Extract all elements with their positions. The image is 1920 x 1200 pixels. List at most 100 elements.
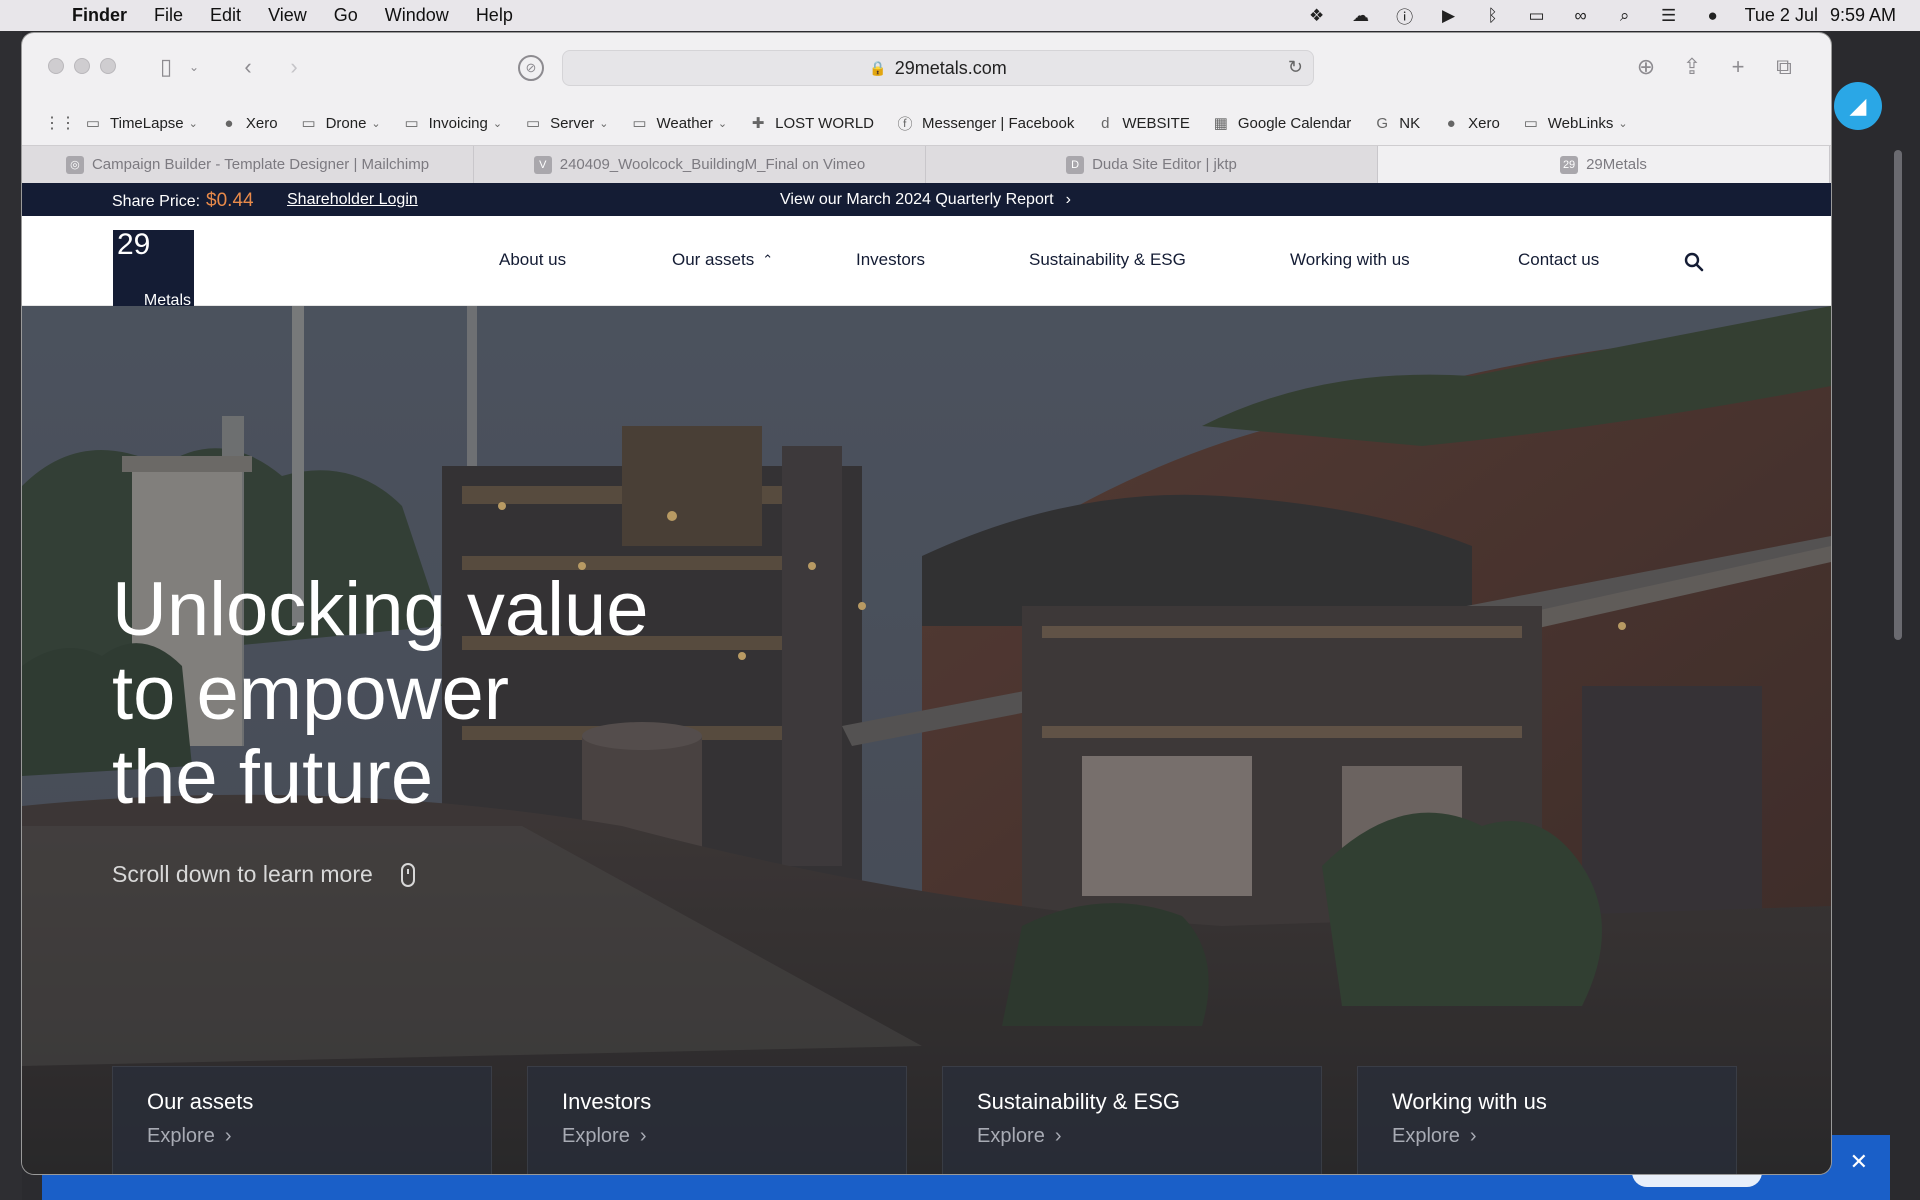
- card-sustainability-esg[interactable]: Sustainability & ESG Explore ›: [942, 1066, 1322, 1174]
- forward-button[interactable]: ›: [280, 53, 308, 81]
- chevron-down-icon: ⌄: [371, 117, 381, 130]
- menu-app-finder[interactable]: Finder: [72, 5, 127, 26]
- close-window-button[interactable]: [48, 58, 64, 74]
- browser-tab[interactable]: D Duda Site Editor | jktp: [926, 146, 1378, 183]
- bookmark-xero[interactable]: ● Xero: [220, 114, 277, 132]
- menu-view[interactable]: View: [268, 5, 307, 26]
- card-explore-link[interactable]: Explore ›: [562, 1125, 646, 1148]
- browser-tab[interactable]: ◎ Campaign Builder - Template Designer | …: [22, 146, 474, 183]
- onepassword-icon[interactable]: ⓘ: [1393, 6, 1417, 27]
- menu-go[interactable]: Go: [334, 5, 358, 26]
- safari-window: ▯ ⌄ ‹ › ⊘ 🔒 29metals.com ↻ ⊕ ⇪ + ⧉ ⋮⋮ ▭ T…: [22, 33, 1831, 1174]
- card-explore-link[interactable]: Explore ›: [977, 1125, 1061, 1148]
- zoom-window-button[interactable]: [100, 58, 116, 74]
- bookmark-invoicing[interactable]: ▭ Invoicing ⌄: [403, 114, 503, 133]
- dropbox-icon[interactable]: ❖: [1305, 6, 1329, 26]
- nav-our-assets[interactable]: Our assets ⌃: [672, 250, 773, 270]
- reload-icon[interactable]: ↻: [1288, 57, 1303, 78]
- share-icon[interactable]: ⇪: [1678, 53, 1706, 81]
- hero-title: Unlocking value to empower the future: [112, 568, 752, 820]
- control-center-icon[interactable]: ☰: [1657, 6, 1681, 26]
- search-icon[interactable]: [1682, 250, 1706, 274]
- nav-contact-us[interactable]: Contact us: [1518, 250, 1599, 270]
- privacy-report-icon[interactable]: ⊘: [518, 55, 544, 81]
- macos-menu-bar: Finder File Edit View Go Window Help ❖ ☁…: [0, 0, 1920, 31]
- chevron-right-icon: ›: [1065, 191, 1071, 208]
- browser-tab[interactable]: V 240409_Woolcock_BuildingM_Final on Vime…: [474, 146, 926, 183]
- card-explore-label: Explore: [977, 1125, 1045, 1147]
- bookmark-nk[interactable]: G NK: [1373, 115, 1420, 132]
- chevron-down-icon[interactable]: ⌄: [180, 53, 208, 81]
- menu-file[interactable]: File: [154, 5, 183, 26]
- creative-cloud-icon[interactable]: ☁: [1349, 6, 1373, 26]
- nav-about-us[interactable]: About us: [499, 250, 566, 270]
- browser-tab-active[interactable]: 29 29Metals: [1378, 146, 1830, 183]
- background-scrollbar[interactable]: [1894, 150, 1902, 640]
- nav-working-with-us[interactable]: Working with us: [1290, 250, 1410, 270]
- bookmarks-list: ▭ TimeLapse ⌄ ● Xero ▭ Drone ⌄ ▭ Invoicing ⌄ ▭ Serve…: [84, 113, 1650, 134]
- nav-sustainability-esg[interactable]: Sustainability & ESG: [1029, 250, 1186, 270]
- bookmark-label: Server: [550, 114, 595, 132]
- card-working-with-us[interactable]: Working with us Explore ›: [1357, 1066, 1737, 1174]
- share-price-label: Share Price:: [112, 193, 201, 210]
- quick-link-cards: Our assets Explore › Investors Explore › S…: [112, 1066, 1762, 1174]
- quarterly-report-label: View our March 2024 Quarterly Report: [780, 191, 1054, 208]
- battery-icon[interactable]: ▭: [1525, 6, 1549, 26]
- hero-title-line-1: Unlocking value: [112, 567, 649, 652]
- folder-icon: ▭: [301, 115, 316, 132]
- shareholder-login-link[interactable]: Shareholder Login: [287, 191, 418, 209]
- minimize-window-button[interactable]: [74, 58, 90, 74]
- address-url: 29metals.com: [894, 57, 1007, 78]
- card-explore-link[interactable]: Explore ›: [1392, 1125, 1476, 1148]
- menubar-clock[interactable]: Tue 2 Jul 9:59 AM: [1745, 5, 1896, 26]
- bookmark-weblinks[interactable]: ▭ WebLinks ⌄: [1522, 114, 1628, 133]
- window-controls: [48, 58, 116, 74]
- new-tab-button[interactable]: +: [1724, 53, 1752, 81]
- apps-grid-icon[interactable]: ⋮⋮: [44, 113, 76, 133]
- chevron-right-icon: ›: [224, 1125, 232, 1147]
- bookmark-timelapse[interactable]: ▭ TimeLapse ⌄: [84, 114, 198, 133]
- spotlight-icon[interactable]: ⌕: [1613, 6, 1637, 26]
- link-icon[interactable]: ∞: [1569, 6, 1593, 26]
- hero-title-line-2: to empower: [112, 651, 510, 736]
- menu-window[interactable]: Window: [385, 5, 449, 26]
- menubar-time: 9:59 AM: [1829, 5, 1896, 25]
- close-icon[interactable]: ✕: [1850, 1149, 1868, 1175]
- scroll-hint[interactable]: Scroll down to learn more: [112, 861, 415, 888]
- vimeo-icon: V: [533, 155, 552, 174]
- downloads-icon[interactable]: ⊕: [1632, 53, 1660, 81]
- bookmark-drone[interactable]: ▭ Drone ⌄: [300, 114, 381, 133]
- calendar-icon: ▦: [1213, 115, 1228, 132]
- desktop-right-area: [1831, 31, 1920, 1200]
- bluetooth-icon[interactable]: ᛒ: [1481, 6, 1505, 26]
- facebook-icon: ⓕ: [897, 115, 913, 133]
- browser-toolbar: ▯ ⌄ ‹ › ⊘ 🔒 29metals.com ↻ ⊕ ⇪ + ⧉: [22, 33, 1831, 101]
- bookmark-google-calendar[interactable]: ▦ Google Calendar: [1212, 114, 1352, 133]
- chevron-right-icon: ›: [1469, 1125, 1477, 1147]
- address-bar[interactable]: 🔒 29metals.com ↻: [562, 50, 1314, 86]
- card-investors[interactable]: Investors Explore ›: [527, 1066, 907, 1174]
- bookmark-messenger-facebook[interactable]: ⓕ Messenger | Facebook: [896, 113, 1075, 134]
- bookmark-label: Messenger | Facebook: [922, 114, 1075, 132]
- bookmarks-bar: ⋮⋮ ▭ TimeLapse ⌄ ● Xero ▭ Drone ⌄ ▭ Invoicing ⌄ ▭ Se…: [22, 101, 1831, 145]
- play-icon[interactable]: ▶: [1437, 6, 1461, 26]
- bookmark-server[interactable]: ▭ Server ⌄: [524, 114, 609, 133]
- quarterly-report-link[interactable]: View our March 2024 Quarterly Report ›: [780, 191, 1071, 209]
- bookmark-weather[interactable]: ▭ Weather ⌄: [630, 114, 727, 133]
- bookmark-lost-world[interactable]: ✚ LOST WORLD: [749, 114, 874, 133]
- sidebar-toggle-icon[interactable]: ▯: [152, 53, 180, 81]
- card-our-assets[interactable]: Our assets Explore ›: [112, 1066, 492, 1174]
- xero-icon: ●: [224, 114, 234, 132]
- bookmark-xero[interactable]: ● Xero: [1442, 115, 1500, 132]
- background-app-icon[interactable]: ◢: [1834, 82, 1882, 130]
- bookmark-label: TimeLapse: [110, 114, 184, 132]
- tab-overview-icon[interactable]: ⧉: [1770, 53, 1798, 81]
- menu-help[interactable]: Help: [476, 5, 513, 26]
- siri-icon[interactable]: ●: [1701, 6, 1725, 26]
- back-button[interactable]: ‹: [234, 53, 262, 81]
- card-explore-link[interactable]: Explore ›: [147, 1125, 231, 1148]
- bookmark-website[interactable]: d WEBSITE: [1096, 115, 1190, 132]
- menu-edit[interactable]: Edit: [210, 5, 241, 26]
- folder-icon: ▭: [404, 115, 419, 132]
- nav-investors[interactable]: Investors: [856, 250, 925, 270]
